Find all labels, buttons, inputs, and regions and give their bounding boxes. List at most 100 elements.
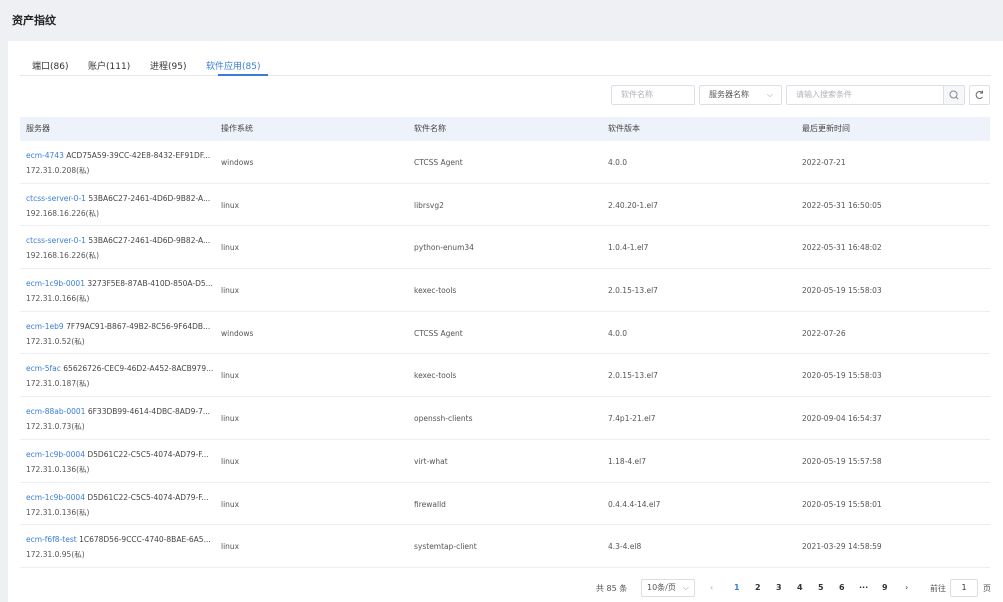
last-updated-cell: 2022-07-21	[802, 158, 846, 167]
server-ip: 172.31.0.136(私)	[26, 464, 90, 474]
last-updated-cell: 2022-05-31 16:50:05	[802, 200, 882, 210]
server-ip: 172.31.0.187(私)	[26, 379, 90, 389]
table-row[interactable]: ctcss-server-0-1 53BA6C27-2461-4D6D-9B82…	[20, 226, 990, 270]
chevron-down-icon: ⌵	[682, 583, 689, 592]
tab-software[interactable]: 软件应用(85)	[206, 59, 260, 72]
page-6[interactable]: 6	[839, 583, 845, 592]
server-name-link[interactable]: ecm-5fac	[26, 364, 61, 373]
server-uuid: 7F79AC91-B867-49B2-8C56-9F64DB...	[66, 321, 211, 331]
server-name-link[interactable]: ctcss-server-0-1	[26, 236, 86, 245]
page-3[interactable]: 3	[776, 583, 782, 592]
page-1[interactable]: 1	[734, 583, 740, 592]
table-row[interactable]: ecm-4743 ACD75A59-39CC-42E8-8432-EF91DF.…	[20, 141, 990, 184]
os-cell: linux	[221, 542, 240, 552]
server-ip: 192.168.16.226(私)	[26, 251, 99, 261]
last-updated-cell: 2022-07-26	[802, 328, 846, 338]
server-uuid: ACD75A59-39CC-42E8-8432-EF91DF...	[66, 151, 211, 160]
server-name-link[interactable]: ecm-1eb9	[26, 322, 64, 331]
last-updated-cell: 2020-05-19 15:57:58	[802, 456, 882, 466]
goto-suffix: 页	[983, 584, 991, 593]
server-name-link[interactable]: ecm-4743	[26, 151, 64, 160]
page-2[interactable]: 2	[755, 583, 761, 592]
last-updated-cell: 2022-05-31 16:48:02	[802, 243, 882, 253]
server-cell: ecm-1c9b-0001 3273F5E8-87AB-410D-850A-D5…	[26, 279, 216, 288]
server-cell: ecm-5fac 65626726-CEC9-46D2-A452-8ACB979…	[26, 364, 216, 373]
server-uuid: D5D61C22-C5C5-4074-AD79-F...	[87, 449, 209, 459]
software-name-cell: CTCSS Agent	[414, 158, 463, 167]
server-ip: 192.168.16.226(私)	[26, 208, 99, 218]
server-cell: ecm-88ab-0001 6F33DB99-4614-4DBC-8AD9-7.…	[26, 407, 216, 416]
page-ellipsis[interactable]: ···	[859, 583, 868, 592]
software-version-cell: 2.0.15-13.el7	[608, 371, 658, 381]
content-card: 端口(86) 账户(111) 进程(95) 软件应用(85) 软件名称 服务器名…	[8, 41, 1003, 602]
page-size-value: 10条/页	[647, 583, 676, 592]
os-cell: linux	[221, 499, 240, 509]
software-version-cell: 4.0.0	[608, 158, 628, 167]
software-name-cell: python-enum34	[414, 243, 474, 253]
software-name-input[interactable]: 软件名称	[611, 85, 695, 105]
next-page-icon[interactable]: ›	[905, 583, 908, 592]
table-row[interactable]: ctcss-server-0-1 53BA6C27-2461-4D6D-9B82…	[20, 184, 990, 227]
software-name-cell: kexec-tools	[414, 286, 457, 296]
search-input[interactable]: 请输入搜索条件	[786, 85, 944, 105]
server-ip: 172.31.0.136(私)	[26, 507, 90, 517]
tab-accounts[interactable]: 账户(111)	[88, 59, 130, 72]
last-updated-cell: 2020-05-19 15:58:01	[802, 499, 882, 509]
table-row[interactable]: ecm-88ab-0001 6F33DB99-4614-4DBC-8AD9-7.…	[20, 397, 990, 440]
tab-bar: 端口(86) 账户(111) 进程(95) 软件应用(85)	[20, 41, 991, 76]
table-row[interactable]: ecm-1c9b-0001 3273F5E8-87AB-410D-850A-D5…	[20, 269, 990, 312]
tab-processes[interactable]: 进程(95)	[150, 59, 186, 72]
search-button[interactable]	[943, 85, 965, 105]
table-row[interactable]: ecm-1c9b-0004 D5D61C22-C5C5-4074-AD79-F.…	[20, 483, 990, 526]
os-cell: linux	[221, 243, 240, 253]
os-cell: windows	[221, 328, 254, 338]
active-tab-indicator	[218, 74, 268, 76]
refresh-button[interactable]	[969, 85, 990, 105]
server-name-link[interactable]: ctcss-server-0-1	[26, 194, 86, 203]
page-4[interactable]: 4	[797, 583, 803, 592]
pagination: 共 85 条 10条/页 ⌵ ‹ 1 2 3 4 5 6 ··· 9 › 前往 …	[8, 579, 1003, 599]
last-updated-cell: 2020-09-04 16:54:37	[802, 414, 882, 424]
server-name-link[interactable]: ecm-f6f8-test	[26, 535, 77, 544]
prev-page-icon[interactable]: ‹	[710, 583, 713, 592]
server-cell: ctcss-server-0-1 53BA6C27-2461-4D6D-9B82…	[26, 236, 216, 245]
software-version-cell: 4.3-4.el8	[608, 542, 642, 552]
page-9[interactable]: 9	[882, 583, 888, 592]
server-uuid: 1C678D56-9CCC-4740-8BAE-6A5...	[79, 535, 211, 545]
os-cell: linux	[221, 371, 240, 381]
server-name-link[interactable]: ecm-1c9b-0001	[26, 279, 85, 288]
table-row[interactable]: ecm-f6f8-test 1C678D56-9CCC-4740-8BAE-6A…	[20, 525, 990, 568]
server-name-link[interactable]: ecm-1c9b-0004	[26, 493, 85, 502]
page-size-select[interactable]: 10条/页 ⌵	[641, 579, 695, 597]
software-version-cell: 4.0.0	[608, 328, 628, 338]
total-count: 共 85 条	[596, 584, 628, 593]
server-ip: 172.31.0.208(私)	[26, 166, 90, 175]
server-field-select[interactable]: 服务器名称 ⌵	[699, 85, 782, 105]
chevron-down-icon: ⌵	[766, 90, 773, 99]
software-version-cell: 1.0.4-1.el7	[608, 243, 649, 253]
last-updated-cell: 2020-05-19 15:58:03	[802, 286, 882, 296]
tab-ports[interactable]: 端口(86)	[32, 59, 68, 72]
server-ip: 172.31.0.166(私)	[26, 294, 90, 304]
table-row[interactable]: ecm-5fac 65626726-CEC9-46D2-A452-8ACB979…	[20, 354, 990, 398]
server-uuid: 53BA6C27-2461-4D6D-9B82-A...	[88, 193, 211, 203]
header-software: 软件名称	[414, 124, 446, 133]
goto-page-input[interactable]: 1	[950, 579, 978, 597]
last-updated-cell: 2021-03-29 14:58:59	[802, 542, 882, 552]
page-5[interactable]: 5	[818, 583, 824, 592]
server-uuid: 53BA6C27-2461-4D6D-9B82-A...	[88, 236, 211, 246]
table-row[interactable]: ecm-1c9b-0004 D5D61C22-C5C5-4074-AD79-F.…	[20, 440, 990, 483]
server-name-link[interactable]: ecm-1c9b-0004	[26, 450, 85, 459]
os-cell: linux	[221, 286, 240, 296]
software-name-cell: virt-what	[414, 456, 448, 466]
software-version-cell: 1.18-4.el7	[608, 456, 647, 466]
table-body: ecm-4743 ACD75A59-39CC-42E8-8432-EF91DF.…	[20, 141, 990, 568]
table-row[interactable]: ecm-1eb9 7F79AC91-B867-49B2-8C56-9F64DB.…	[20, 312, 990, 355]
server-name-link[interactable]: ecm-88ab-0001	[26, 407, 85, 416]
software-version-cell: 2.40.20-1.el7	[608, 200, 658, 210]
software-version-cell: 7.4p1-21.el7	[608, 414, 656, 424]
last-updated-cell: 2020-05-19 15:58:03	[802, 371, 882, 381]
software-name-cell: librsvg2	[414, 200, 444, 210]
server-cell: ecm-1eb9 7F79AC91-B867-49B2-8C56-9F64DB.…	[26, 322, 216, 331]
server-cell: ecm-4743 ACD75A59-39CC-42E8-8432-EF91DF.…	[26, 151, 216, 160]
